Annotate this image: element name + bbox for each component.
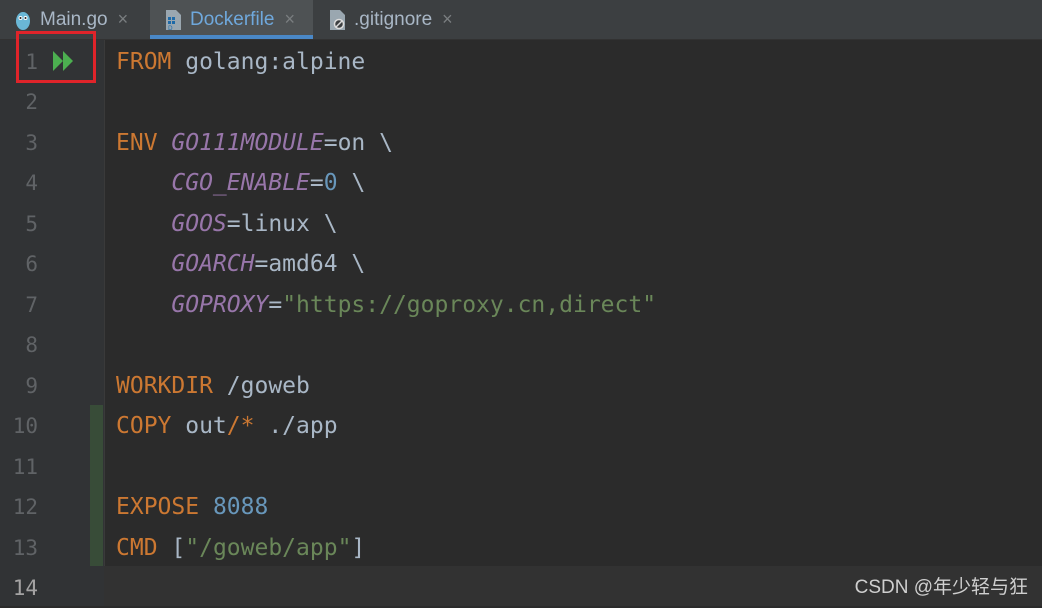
code-text: [ [157, 535, 186, 561]
line-number: 6 [25, 252, 38, 276]
close-icon[interactable]: × [284, 9, 295, 30]
editor-tab-bar: Main.go × D Dockerfile × .gitignore × [0, 0, 1042, 40]
line-number: 14 [12, 576, 38, 600]
tab-gitignore[interactable]: .gitignore × [328, 0, 468, 39]
env-variable: GOARCH [171, 251, 255, 277]
code-line[interactable]: EXPOSE 8088 [116, 487, 268, 527]
string-literal: "https://goproxy.cn,direct" [282, 292, 657, 318]
keyword: FROM [116, 49, 172, 75]
tab-label: .gitignore [354, 8, 433, 30]
watermark: CSDN @年少轻与狂 [854, 577, 1028, 598]
line-number: 5 [25, 212, 38, 236]
code-text: =amd64 \ [254, 251, 366, 277]
code-line[interactable]: CMD ["/goweb/app"] [116, 528, 365, 568]
code-text: ] [351, 535, 366, 561]
code-text: golang:alpine [171, 49, 366, 75]
code-line[interactable]: COPY out/* ./app [116, 406, 338, 446]
glob-operator: /* [226, 413, 255, 439]
number-literal: 8088 [212, 494, 269, 520]
vcs-change-marker[interactable] [90, 405, 103, 566]
string-literal: "/goweb/app" [185, 535, 352, 561]
code-text: out [171, 413, 227, 439]
env-variable: CGO_ENABLE [171, 170, 310, 196]
line-number: 13 [12, 536, 38, 560]
run-icon[interactable] [52, 50, 76, 72]
keyword: ENV [116, 130, 158, 156]
line-number: 11 [12, 455, 38, 479]
keyword: EXPOSE [116, 494, 200, 520]
keyword: COPY [116, 413, 172, 439]
env-variable: GOOS [171, 211, 227, 237]
line-number: 12 [12, 495, 38, 519]
line-number: 10 [12, 414, 38, 438]
number-literal: 0 [323, 170, 338, 196]
code-text: ./app [254, 413, 338, 439]
gopher-icon [14, 9, 32, 31]
code-line[interactable]: GOPROXY="https://goproxy.cn,direct" [116, 285, 656, 325]
line-number: 7 [25, 293, 38, 317]
code-text: = [268, 292, 283, 318]
gitignore-file-icon [328, 9, 346, 31]
svg-text:D: D [168, 25, 173, 31]
code-line[interactable]: WORKDIR /goweb [116, 366, 310, 406]
tab-label: Main.go [40, 8, 108, 30]
code-text: =linux \ [226, 211, 338, 237]
code-text: \ [337, 170, 366, 196]
line-number: 8 [25, 333, 38, 357]
code-line[interactable]: GOARCH=amd64 \ [116, 244, 365, 284]
gutter-divider [104, 40, 105, 606]
env-variable: GOPROXY [171, 292, 269, 318]
tab-label: Dockerfile [190, 8, 275, 30]
code-text: /goweb [212, 373, 310, 399]
keyword: WORKDIR [116, 373, 213, 399]
code-line[interactable]: FROM golang:alpine [116, 42, 365, 82]
line-number: 2 [25, 90, 38, 114]
close-icon[interactable]: × [118, 9, 129, 30]
code-line[interactable]: GOOS=linux \ [116, 204, 338, 244]
close-icon[interactable]: × [442, 9, 453, 30]
code-text: =on \ [323, 130, 393, 156]
docker-file-icon: D [164, 9, 182, 32]
line-number: 4 [25, 171, 38, 195]
line-number: 3 [25, 131, 38, 155]
code-line[interactable]: CGO_ENABLE=0 \ [116, 163, 365, 203]
env-variable: GO111MODULE [171, 130, 324, 156]
code-line[interactable]: ENV GO111MODULE=on \ [116, 123, 393, 163]
tab-dockerfile[interactable]: D Dockerfile × [150, 0, 313, 39]
keyword: CMD [116, 535, 158, 561]
code-text: = [309, 170, 324, 196]
line-number: 9 [25, 374, 38, 398]
